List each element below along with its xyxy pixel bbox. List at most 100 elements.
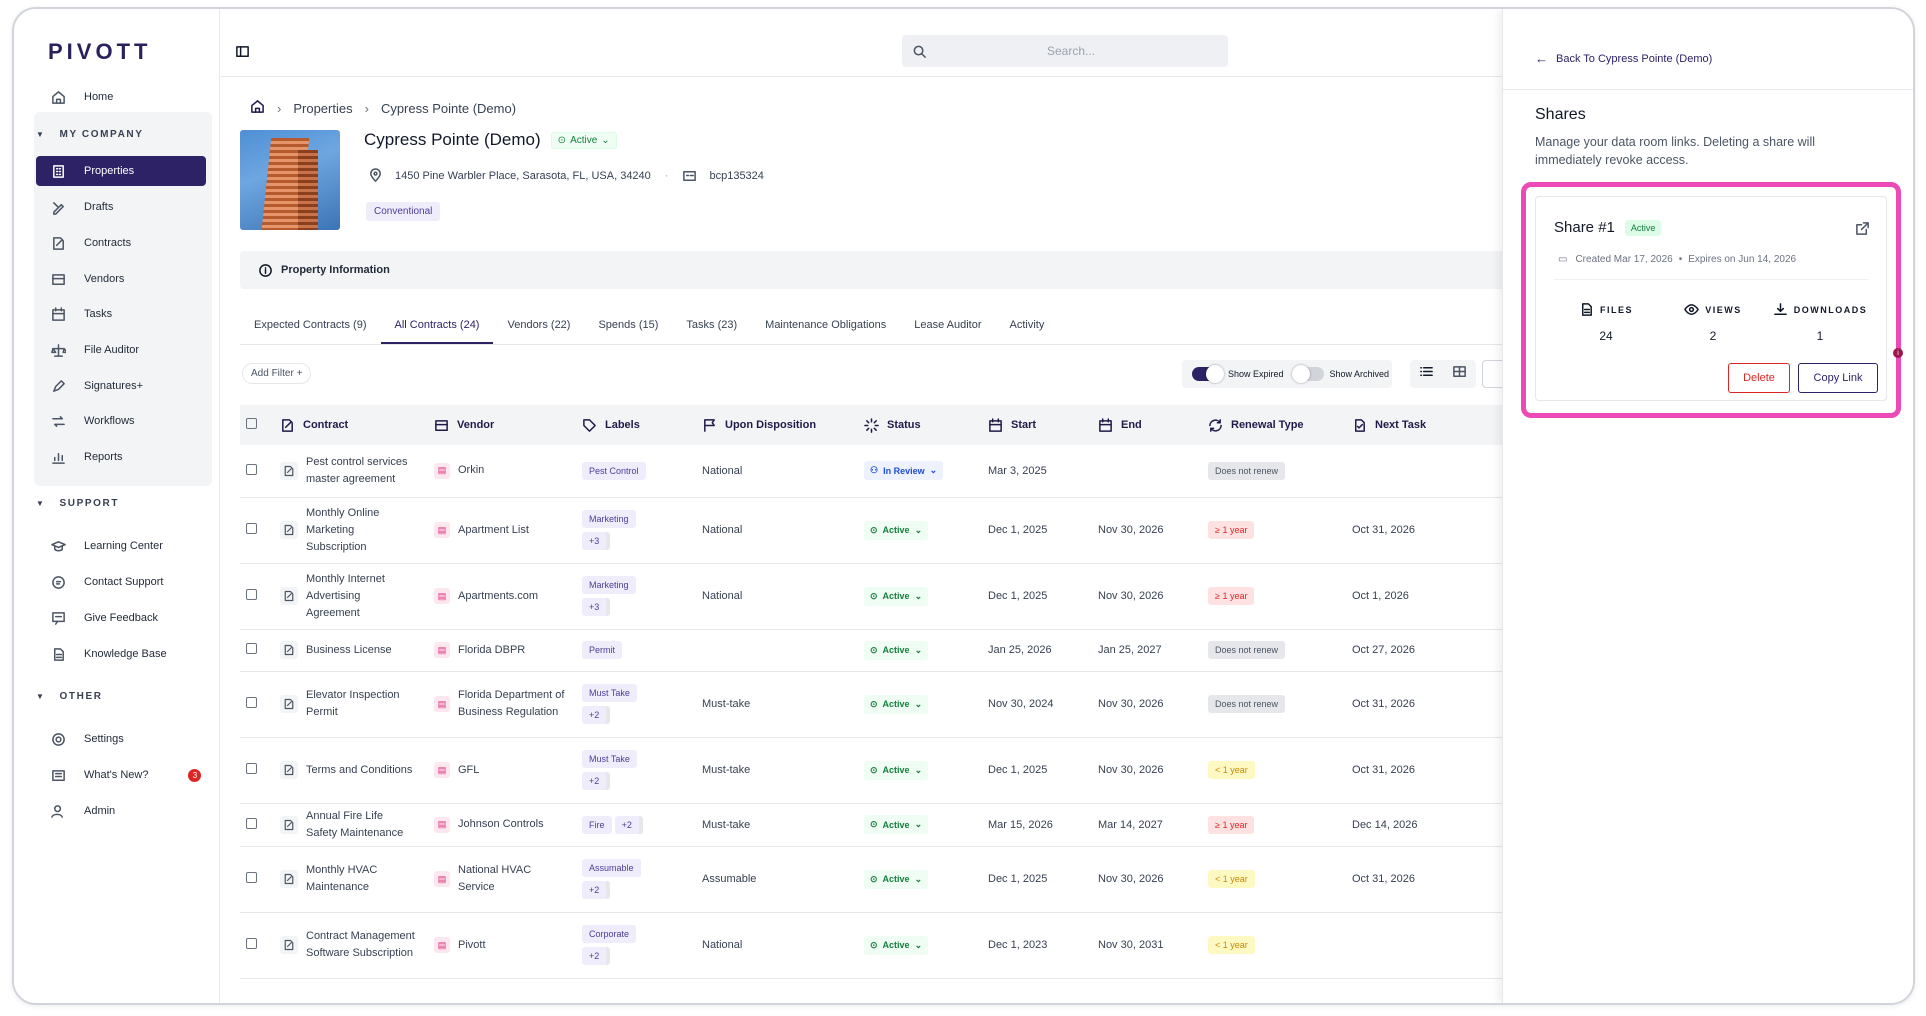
vendor-name[interactable]: National HVAC Service [458, 862, 568, 896]
table-row[interactable]: Terms and Conditions ▤ GFL Must Take +2 Must-… [240, 737, 1512, 804]
row-checkbox[interactable] [246, 589, 257, 600]
section-my-company[interactable]: ▼ MY COMPANY [36, 129, 144, 140]
contract-name[interactable]: Pest control services master agreement [306, 454, 416, 488]
copy-link-button[interactable]: Copy Link [1798, 363, 1878, 393]
row-checkbox[interactable] [246, 523, 257, 534]
tab-lease-auditor[interactable]: Lease Auditor [900, 305, 995, 344]
status-dropdown[interactable]: ⊙ Active ⌄ [864, 520, 929, 540]
property-information-toggle[interactable]: Property Information [240, 251, 1512, 289]
vendor-name[interactable]: Johnson Controls [458, 816, 568, 833]
sidebar-item-learning-center[interactable]: Learning Center [36, 531, 206, 561]
list-view-icon[interactable] [1419, 364, 1434, 384]
tab-spends[interactable]: Spends (15) [584, 305, 672, 344]
sidebar-item-give-feedback[interactable]: Give Feedback [36, 603, 206, 633]
contract-name[interactable]: Elevator Inspection Permit [306, 687, 416, 721]
back-link[interactable]: ← Back To Cypress Pointe (Demo) [1535, 51, 1712, 66]
sidebar-item-properties[interactable]: Properties [36, 156, 206, 186]
status-dropdown[interactable]: ⊙ Active ⌄ [864, 935, 929, 955]
sidebar-item-workflows[interactable]: Workflows [36, 406, 206, 436]
table-row[interactable]: Monthly Online Marketing Subscription ▤ Ap… [240, 497, 1512, 564]
row-checkbox[interactable] [246, 463, 257, 475]
sidebar-item-whats-new[interactable]: What's New? 3 [36, 760, 206, 790]
property-address-row: 1450 Pine Warbler Place, Sarasota, FL, U… [368, 168, 764, 183]
more-labels-badge[interactable]: +2 [582, 706, 611, 724]
show-archived-toggle[interactable] [1291, 365, 1324, 383]
contract-name[interactable]: Monthly Internet Advertising Agreement [306, 571, 416, 622]
contract-name[interactable]: Monthly HVAC Maintenance [306, 862, 416, 896]
delete-button[interactable]: Delete [1728, 363, 1790, 393]
sidebar-item-home[interactable]: Home [36, 82, 206, 112]
task-icon [1355, 418, 1365, 432]
row-checkbox[interactable] [246, 817, 257, 829]
row-checkbox[interactable] [246, 697, 257, 708]
add-filter-button[interactable]: Add Filter + [242, 363, 312, 384]
more-labels-badge[interactable]: +2 [582, 947, 611, 965]
contract-name[interactable]: Annual Fire Life Safety Maintenance [306, 808, 416, 842]
more-labels-badge[interactable]: +3 [582, 532, 611, 550]
vendor-name[interactable]: Orkin [458, 462, 568, 479]
sidebar-item-reports[interactable]: Reports [36, 442, 206, 472]
disposition-cell: Must-take [696, 671, 858, 738]
table-row[interactable]: Elevator Inspection Permit ▤ Florida Depar… [240, 671, 1512, 738]
row-checkbox[interactable] [246, 763, 257, 774]
sidebar-item-signatures[interactable]: Signatures+ [36, 371, 206, 401]
tab-expected-contracts[interactable]: Expected Contracts (9) [240, 305, 381, 344]
more-labels-badge[interactable]: +2 [582, 881, 611, 899]
status-dropdown[interactable]: ⊙ Active ⌄ [864, 815, 929, 834]
sidebar-item-contact-support[interactable]: Contact Support [36, 567, 206, 597]
show-expired-toggle[interactable] [1192, 365, 1224, 383]
contract-name[interactable]: Monthly Online Marketing Subscription [306, 505, 416, 556]
info-dot-badge[interactable]: i [1893, 348, 1903, 358]
vendor-name[interactable]: Pivott [458, 937, 568, 954]
sidebar-item-settings[interactable]: Settings [36, 724, 206, 754]
table-row[interactable]: Pest control services master agreement ▤ O… [240, 445, 1512, 498]
sidebar-item-tasks[interactable]: Tasks [36, 299, 206, 329]
vendor-name[interactable]: GFL [458, 762, 568, 779]
sidebar-item-admin[interactable]: Admin [36, 796, 206, 826]
tab-all-contracts[interactable]: All Contracts (24) [380, 305, 494, 344]
status-dropdown[interactable]: ⊙ Active ⌄ [864, 694, 929, 714]
external-link-icon[interactable] [1855, 221, 1870, 241]
select-all-checkbox[interactable] [246, 418, 257, 429]
sidebar-toggle-icon[interactable] [235, 44, 250, 64]
section-other[interactable]: ▼ OTHER [36, 691, 103, 702]
more-labels-badge[interactable]: +2 [582, 772, 611, 790]
row-checkbox[interactable] [246, 938, 257, 949]
home-icon[interactable] [250, 99, 265, 117]
table-row[interactable]: Monthly Internet Advertising Agreement ▤ A… [240, 563, 1512, 630]
breadcrumb-properties[interactable]: Properties [293, 101, 352, 116]
tab-vendors[interactable]: Vendors (22) [493, 305, 584, 344]
sidebar-item-file-auditor[interactable]: File Auditor [36, 335, 206, 365]
table-row[interactable]: Business License ▤ Florida DBPR Permit ⊙ Acti… [240, 629, 1512, 672]
table-row[interactable]: Annual Fire Life Safety Maintenance ▤ John… [240, 803, 1512, 847]
more-labels-badge[interactable]: +2 [614, 815, 643, 834]
more-labels-badge[interactable]: +3 [582, 598, 611, 616]
status-dropdown[interactable]: ⊙ Active ⌄ [864, 760, 929, 780]
sidebar-item-drafts[interactable]: Drafts [36, 192, 206, 222]
search-input[interactable]: Search... [902, 35, 1228, 67]
contract-name[interactable]: Contract Management Software Subscriptio… [306, 928, 416, 962]
table-row[interactable]: Contract Management Software Subscriptio… [240, 912, 1512, 979]
grouped-view-icon[interactable] [1452, 364, 1467, 384]
section-support[interactable]: ▼ SUPPORT [36, 498, 119, 509]
row-checkbox[interactable] [246, 872, 257, 883]
table-row[interactable]: Monthly HVAC Maintenance ▤ National HVAC S… [240, 846, 1512, 913]
sidebar-item-knowledge-base[interactable]: Knowledge Base [36, 639, 206, 669]
status-dropdown[interactable]: ⊙ Active ⌄ [550, 131, 617, 149]
row-checkbox[interactable] [246, 643, 257, 654]
vendor-name[interactable]: Apartments.com [458, 588, 568, 605]
tab-tasks[interactable]: Tasks (23) [672, 305, 751, 344]
tab-activity[interactable]: Activity [996, 305, 1059, 344]
sidebar-item-vendors[interactable]: Vendors [36, 264, 206, 294]
contract-name[interactable]: Terms and Conditions [306, 762, 416, 779]
status-dropdown[interactable]: ⊙ Active ⌄ [864, 586, 929, 606]
status-dropdown[interactable]: ⚇ In Review ⌄ [864, 461, 944, 481]
status-dropdown[interactable]: ⊙ Active ⌄ [864, 869, 929, 889]
vendor-name[interactable]: Florida DBPR [458, 642, 568, 659]
tab-maintenance-obligations[interactable]: Maintenance Obligations [751, 305, 900, 344]
contract-name[interactable]: Business License [306, 642, 416, 659]
sidebar-item-contracts[interactable]: Contracts [36, 228, 206, 258]
vendor-name[interactable]: Florida Department of Business Regulatio… [458, 687, 568, 721]
vendor-name[interactable]: Apartment List [458, 522, 568, 539]
status-dropdown[interactable]: ⊙ Active ⌄ [864, 640, 929, 660]
